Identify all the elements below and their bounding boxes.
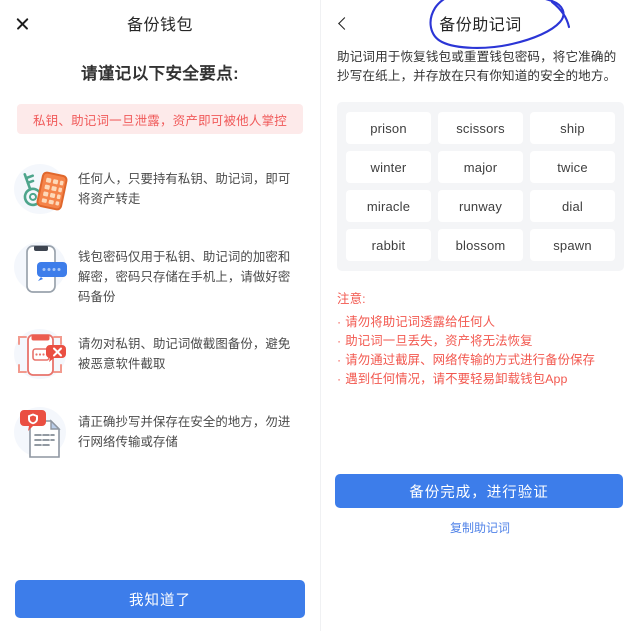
list-item-label: 钱包密码仅用于私钥、助记词的加密和解密，密码只存储在手机上，请做好密码备份	[78, 250, 291, 304]
list-item-label: 请勿通过截屏、网络传输的方式进行备份保存	[345, 353, 596, 367]
left-navbar: 备份钱包	[0, 0, 320, 46]
list-item: 任何人，只要持有私钥、助记词，即可将资产转走	[0, 150, 320, 228]
security-tip-list: 任何人，只要持有私钥、助记词，即可将资产转走 钱包密码仅用于私钥、助记词的加密和…	[0, 150, 320, 471]
mnemonic-word[interactable]: rabbit	[346, 229, 431, 261]
bullet-icon: ·	[337, 372, 342, 386]
list-item-label: 请正确抄写并保存在安全的地方，勿进行网络传输或存储	[78, 415, 291, 449]
bullet-icon: ·	[337, 334, 342, 348]
backup-mnemonic-panel: 备份助记词 助记词用于恢复钱包或重置钱包密码，将它准确的抄写在纸上，并存放在只有…	[320, 0, 640, 631]
list-item: · 遇到任何情况，请不要轻易卸载钱包App	[337, 370, 624, 389]
mnemonic-word[interactable]: miracle	[346, 190, 431, 222]
close-icon[interactable]	[0, 0, 44, 46]
back-chevron-icon[interactable]	[321, 0, 365, 46]
list-item: 请正确抄写并保存在安全的地方，勿进行网络传输或存储	[0, 393, 320, 471]
right-page-title: 备份助记词	[439, 17, 522, 34]
mnemonic-word-grid: prison scissors ship winter major twice …	[337, 102, 624, 271]
list-item-label: 任何人，只要持有私钥、助记词，即可将资产转走	[78, 172, 291, 206]
warning-notes: 注意: · 请勿将助记词透露给任何人 · 助记词一旦丢失，资产将无法恢复 · 请…	[337, 289, 624, 389]
bullet-icon: ·	[337, 315, 342, 329]
key-and-keypad-icon	[10, 158, 72, 220]
phone-password-icon	[10, 236, 72, 298]
bullet-icon: ·	[337, 353, 342, 367]
left-page-title: 备份钱包	[126, 17, 193, 34]
list-item: · 请勿将助记词透露给任何人	[337, 313, 624, 332]
list-item: · 请勿通过截屏、网络传输的方式进行备份保存	[337, 351, 624, 370]
list-item-label: 请勿对私钥、助记词做截图备份，避免被恶意软件截取	[78, 337, 291, 371]
mnemonic-word[interactable]: prison	[346, 112, 431, 144]
no-screenshot-icon	[10, 323, 72, 385]
back-chevron-glyph	[338, 16, 351, 30]
mnemonic-word[interactable]: dial	[530, 190, 615, 222]
mnemonic-word[interactable]: ship	[530, 112, 615, 144]
security-points-heading: 请谨记以下安全要点:	[81, 65, 239, 83]
mnemonic-word[interactable]: spawn	[530, 229, 615, 261]
mnemonic-description: 助记词用于恢复钱包或重置钱包密码，将它准确的抄写在纸上，并存放在只有你知道的安全…	[337, 50, 617, 83]
list-item-label: 助记词一旦丢失，资产将无法恢复	[345, 334, 533, 348]
list-item-label: 请勿将助记词透露给任何人	[345, 315, 496, 329]
backup-done-verify-button[interactable]: 备份完成，进行验证	[335, 474, 623, 508]
close-glyph	[15, 16, 30, 31]
app-screen: 备份钱包 请谨记以下安全要点: 私钥、助记词一旦泄露，资产即可被他人掌控 任何人…	[0, 0, 640, 631]
leak-warning-banner: 私钥、助记词一旦泄露，资产即可被他人掌控	[17, 104, 303, 134]
list-item: · 助记词一旦丢失，资产将无法恢复	[337, 332, 624, 351]
notes-heading: 注意:	[337, 292, 366, 306]
list-item: 钱包密码仅用于私钥、助记词的加密和解密，密码只存储在手机上，请做好密码备份	[0, 228, 320, 315]
mnemonic-word[interactable]: blossom	[438, 229, 523, 261]
list-item: 请勿对私钥、助记词做截图备份，避免被恶意软件截取	[0, 315, 320, 393]
mnemonic-word[interactable]: major	[438, 151, 523, 183]
mnemonic-word[interactable]: winter	[346, 151, 431, 183]
right-navbar: 备份助记词	[321, 0, 640, 46]
i-know-button[interactable]: 我知道了	[15, 580, 305, 618]
backup-wallet-panel: 备份钱包 请谨记以下安全要点: 私钥、助记词一旦泄露，资产即可被他人掌控 任何人…	[0, 0, 320, 631]
mnemonic-word[interactable]: scissors	[438, 112, 523, 144]
list-item-label: 遇到任何情况，请不要轻易卸载钱包App	[345, 372, 568, 386]
mnemonic-word[interactable]: runway	[438, 190, 523, 222]
paper-shield-icon	[10, 401, 72, 463]
mnemonic-word[interactable]: twice	[530, 151, 615, 183]
copy-mnemonic-link[interactable]: 复制助记词	[320, 519, 640, 536]
